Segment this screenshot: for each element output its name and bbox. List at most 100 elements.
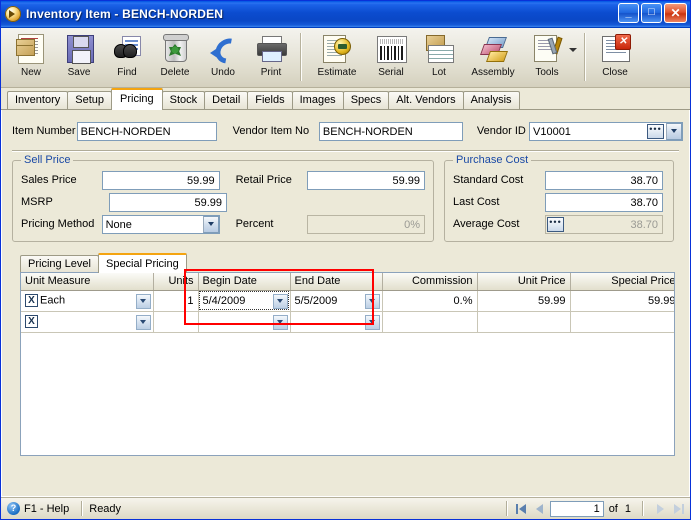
cell-end-date[interactable] — [290, 311, 383, 333]
chevron-down-icon — [277, 299, 283, 303]
tab-alt-vendors[interactable]: Alt. Vendors — [388, 91, 464, 109]
cell-special-price[interactable]: 59.99 — [570, 290, 674, 312]
column-header-commission[interactable]: Commission — [382, 273, 478, 291]
pricing-tab-panel: Item Number Vendor Item No Vendor ID •••… — [1, 110, 690, 497]
toolbar-print-button[interactable]: Print — [247, 31, 295, 85]
status-separator-3 — [642, 501, 644, 516]
end-date-picker-button[interactable] — [364, 293, 380, 309]
tab-stock[interactable]: Stock — [161, 91, 206, 109]
cell-begin-date-value: 5/4/2009 — [202, 294, 246, 307]
cell-end-date[interactable]: 5/5/2009 — [290, 290, 383, 312]
cell-begin-date[interactable] — [198, 311, 291, 333]
column-header-begin-date[interactable]: Begin Date — [198, 273, 291, 291]
row-delete-button[interactable]: X — [25, 294, 38, 307]
minimize-button[interactable]: _ — [618, 3, 639, 23]
tab-specs[interactable]: Specs — [342, 91, 390, 109]
previous-record-button[interactable] — [532, 501, 547, 516]
tab-pricing[interactable]: Pricing — [111, 88, 163, 110]
sell-price-group: Sell Price Sales Price Retail Price MSRP… — [12, 154, 434, 242]
toolbar-save-button[interactable]: Save — [55, 31, 103, 85]
estimate-seal-icon — [321, 32, 353, 64]
toolbar-find-button[interactable]: Find — [103, 31, 151, 85]
tab-images[interactable]: Images — [291, 91, 344, 109]
begin-date-picker-button[interactable] — [272, 293, 288, 309]
help-hint[interactable]: ? F1 - Help — [5, 502, 75, 515]
unit-measure-dropdown-button[interactable] — [135, 314, 151, 330]
average-cost-lookup-button[interactable]: ••• — [547, 216, 564, 232]
cell-units[interactable] — [153, 311, 199, 333]
header-divider — [12, 150, 679, 152]
tab-inventory[interactable]: Inventory — [7, 91, 69, 109]
end-date-picker-button[interactable] — [364, 314, 380, 330]
toolbar-new-label: New — [20, 67, 41, 78]
toolbar-tools-button[interactable]: Tools — [523, 31, 571, 85]
toolbar-new-button[interactable]: New — [7, 31, 55, 85]
table-row[interactable]: X Each 1 5/4/2009 5/5/2009 0.% 59.99 59.… — [21, 290, 674, 312]
assembly-blocks-icon — [477, 32, 509, 64]
unit-measure-dropdown-button[interactable] — [135, 293, 151, 309]
subtab-pricing-level[interactable]: Pricing Level — [20, 255, 99, 272]
column-header-end-date[interactable]: End Date — [290, 273, 383, 291]
record-number-input[interactable] — [549, 500, 604, 517]
vendor-id-dropdown-button[interactable] — [666, 122, 682, 140]
tab-setup[interactable]: Setup — [67, 91, 112, 109]
toolbar-delete-button[interactable]: Delete — [151, 31, 199, 85]
sales-price-row: Sales Price Retail Price — [21, 169, 425, 191]
vendor-id-lookup-button[interactable]: ••• — [647, 123, 664, 139]
toolbar-delete-label: Delete — [160, 67, 190, 78]
cell-unit-measure[interactable]: X Each — [21, 290, 154, 312]
tab-detail[interactable]: Detail — [204, 91, 249, 109]
cell-commission[interactable] — [382, 311, 478, 333]
tools-dropdown-arrow-icon[interactable] — [567, 31, 579, 85]
cell-unit-price[interactable]: 59.99 — [477, 290, 571, 312]
row-delete-button[interactable]: X — [25, 315, 38, 328]
close-button[interactable]: ✕ — [664, 3, 687, 23]
toolbar-close-button[interactable]: ✕ Close — [591, 31, 639, 85]
item-number-input[interactable] — [76, 121, 217, 141]
column-header-units[interactable]: Units — [153, 273, 199, 291]
retail-price-input[interactable] — [307, 170, 425, 190]
cell-unit-price[interactable] — [477, 311, 571, 333]
begin-date-picker-button[interactable] — [272, 314, 288, 330]
column-header-unit-measure[interactable]: Unit Measure — [21, 273, 154, 291]
sales-price-input[interactable] — [101, 170, 220, 190]
toolbar-serial-button[interactable]: Serial — [367, 31, 415, 85]
cell-begin-date[interactable]: 5/4/2009 — [198, 290, 291, 312]
next-record-button[interactable] — [653, 501, 668, 516]
special-pricing-grid[interactable]: Unit Measure Units Begin Date End Date C… — [20, 272, 675, 456]
cell-unit-measure[interactable]: X — [21, 311, 154, 333]
tab-analysis-label: Analysis — [470, 94, 512, 106]
standard-cost-input[interactable] — [545, 170, 663, 190]
vendor-item-no-label: Vendor Item No — [232, 125, 310, 137]
first-record-button[interactable] — [514, 501, 529, 516]
tab-fields[interactable]: Fields — [247, 91, 293, 109]
status-separator-2 — [505, 501, 508, 516]
toolbar-assembly-button[interactable]: Assembly — [463, 31, 523, 85]
maximize-button[interactable]: □ — [641, 3, 662, 23]
sales-price-label: Sales Price — [21, 174, 77, 186]
status-bar: ? F1 - Help Ready of 1 — [1, 497, 690, 519]
tab-analysis[interactable]: Analysis — [462, 91, 520, 109]
column-header-unit-price[interactable]: Unit Price — [477, 273, 571, 291]
price-groups: Sell Price Sales Price Retail Price MSRP… — [12, 154, 679, 242]
last-record-button[interactable] — [671, 501, 686, 516]
title-bar: Inventory Item - BENCH-NORDEN _ □ ✕ — [1, 1, 690, 28]
minimize-icon: _ — [625, 7, 632, 19]
vendor-item-no-input[interactable] — [318, 121, 463, 141]
pricing-method-dropdown-button[interactable] — [202, 215, 219, 233]
chevron-down-icon — [277, 320, 283, 324]
tab-pricing-label: Pricing — [120, 93, 154, 105]
table-row[interactable]: X — [21, 311, 674, 333]
item-header-row: Item Number Vendor Item No Vendor ID ••• — [12, 120, 683, 142]
toolbar-undo-button[interactable]: Undo — [199, 31, 247, 85]
status-separator-1 — [81, 501, 84, 516]
cell-special-price[interactable] — [570, 311, 674, 333]
cell-units[interactable]: 1 — [153, 290, 199, 312]
msrp-input[interactable] — [109, 192, 227, 212]
toolbar-lot-button[interactable]: Lot — [415, 31, 463, 85]
cell-commission[interactable]: 0.% — [382, 290, 478, 312]
column-header-special-price[interactable]: Special Price — [570, 273, 674, 291]
last-cost-input[interactable] — [545, 192, 663, 212]
toolbar-estimate-button[interactable]: Estimate — [307, 31, 367, 85]
subtab-special-pricing[interactable]: Special Pricing — [97, 253, 187, 273]
